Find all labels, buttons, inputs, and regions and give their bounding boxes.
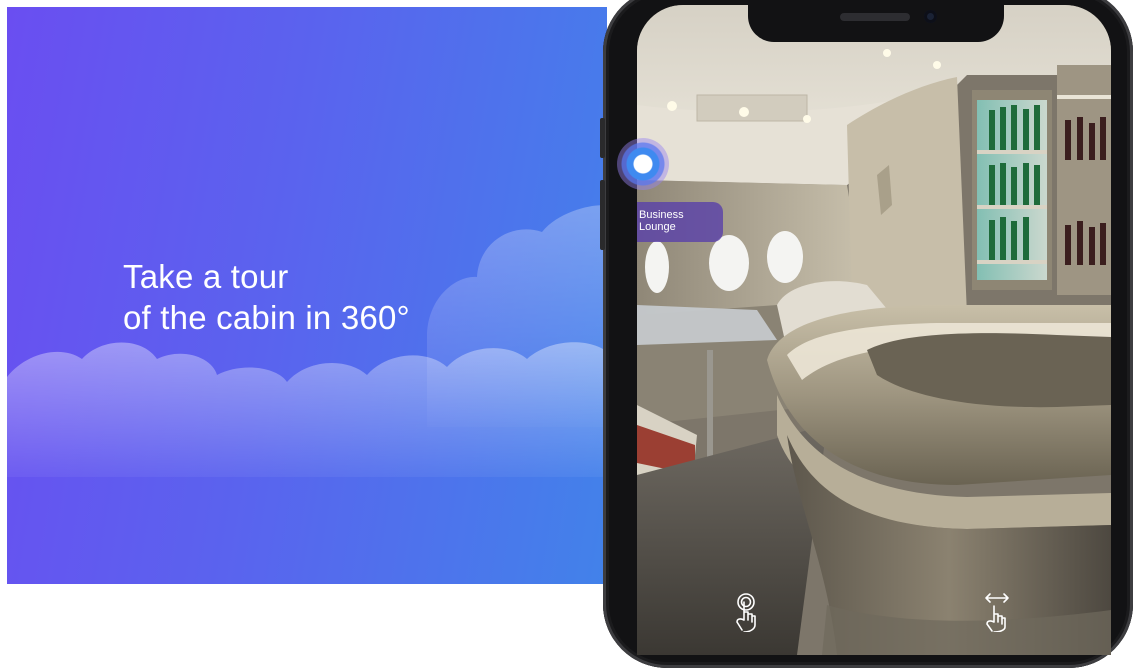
phone-notch xyxy=(748,0,1004,42)
panorama-viewer[interactable] xyxy=(637,5,1111,655)
phone-speaker xyxy=(840,13,910,21)
tap-gesture-icon xyxy=(736,593,756,632)
phone-volume-button xyxy=(600,180,605,250)
swipe-gesture-icon xyxy=(985,593,1009,632)
hotspot-marker-icon[interactable] xyxy=(617,138,669,190)
promo-banner: Take a tour of the cabin in 360° xyxy=(7,7,607,584)
headline-line-1: Take a tour xyxy=(123,258,289,295)
cabin-panorama-image xyxy=(637,5,1111,655)
hotspot-label-text: Business Lounge xyxy=(639,209,684,233)
headline-line-2: of the cabin in 360° xyxy=(123,299,410,336)
promo-headline: Take a tour of the cabin in 360° xyxy=(123,256,410,338)
phone-camera xyxy=(924,10,937,23)
hotspot-label[interactable]: Business Lounge xyxy=(637,202,723,242)
phone-volume-button xyxy=(600,118,605,158)
